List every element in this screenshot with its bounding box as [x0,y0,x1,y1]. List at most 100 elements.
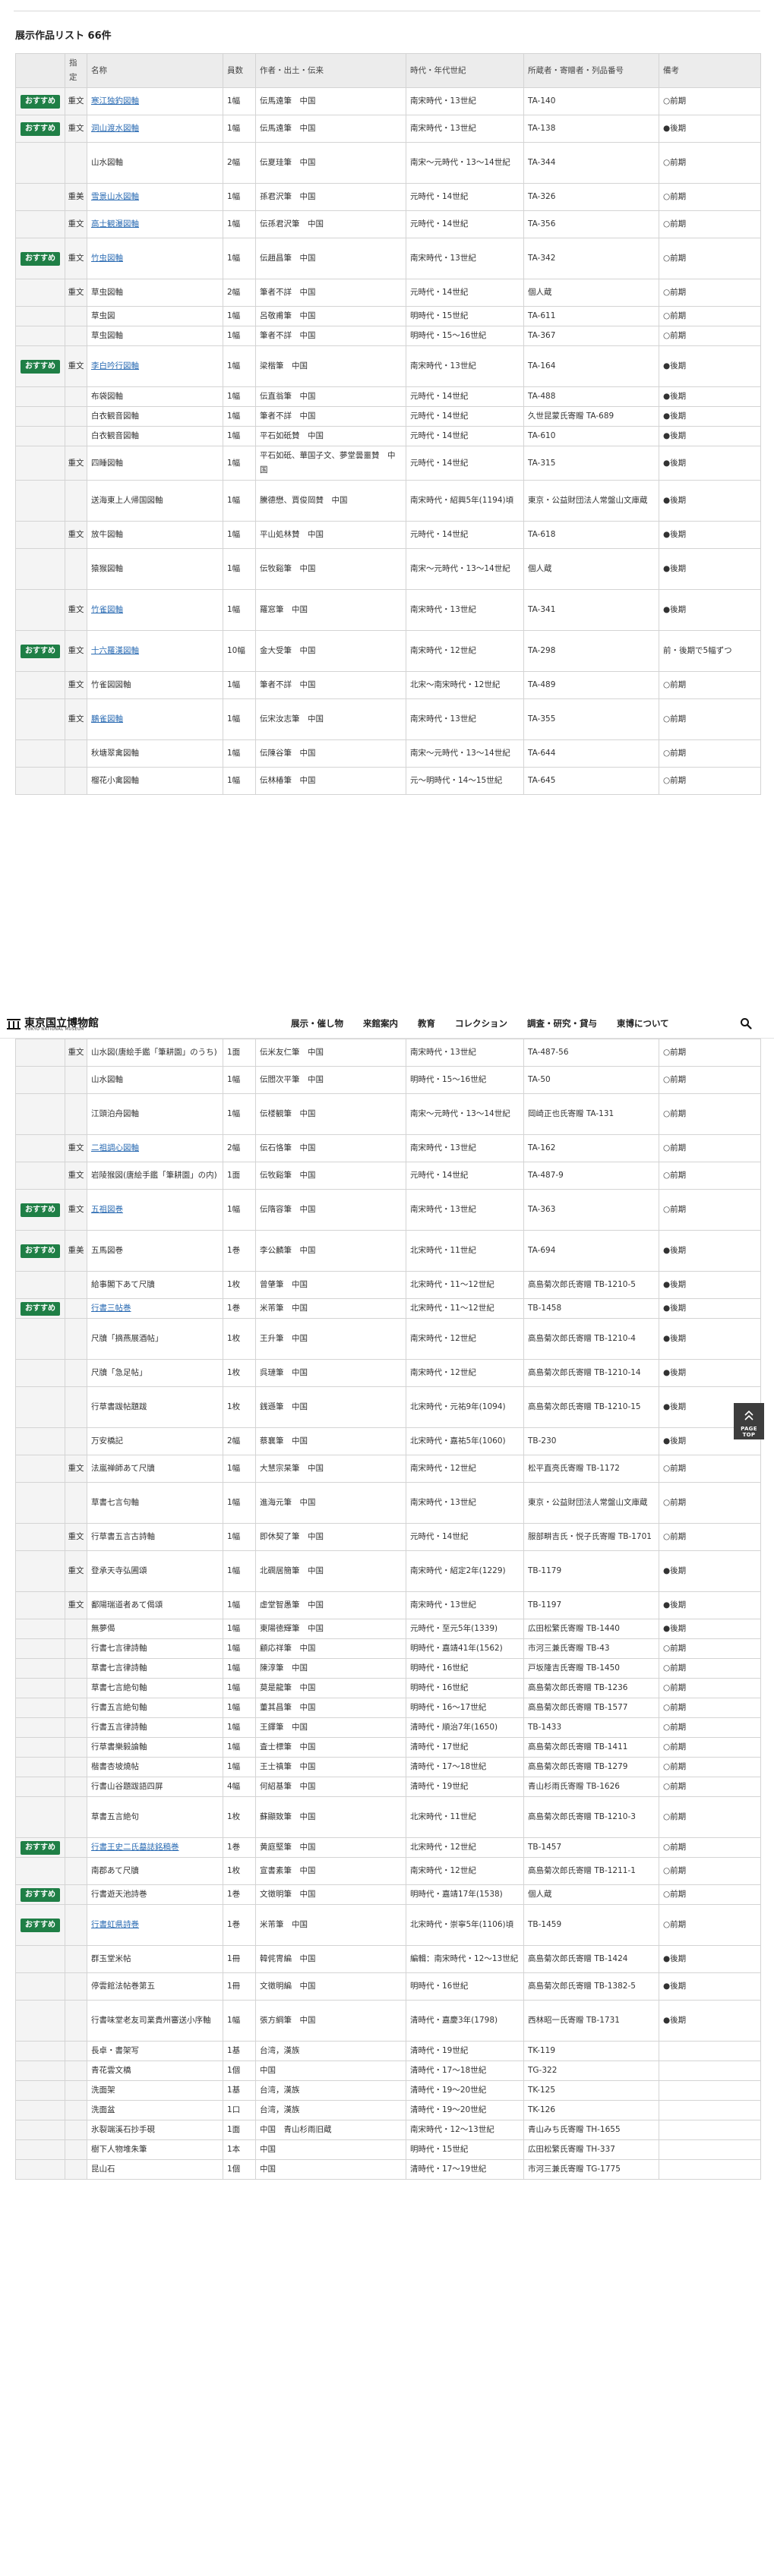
quantity-cell: 1幅 [223,406,256,427]
name-cell: 尺牘「急足帖」 [87,1359,223,1387]
note-cell: ○前期 [659,1039,761,1067]
note-text: ●後期 [663,1600,687,1610]
name-cell: 尺牘「摘燕展酒帖」 [87,1318,223,1360]
owner-cell: TG-322 [523,2060,659,2081]
search-icon[interactable] [740,1017,752,1029]
author-cell: 蔡襄筆 中国 [255,1427,406,1455]
era-cell: 南宋時代・12世紀 [406,1318,524,1360]
designation-cell [65,2159,87,2180]
work-link[interactable]: 竹雀図軸 [91,605,123,614]
era-cell: 清時代・19～20世紀 [406,2080,524,2101]
note-cell: ○前期 [659,1638,761,1659]
work-link[interactable]: 十六羅漢図軸 [91,646,139,655]
table-row: 重文 登承天寺弘圃頌 1幅 北磵居簡筆 中国 南宋時代・紹定2年(1229) TB-117… [15,1550,761,1592]
owner-cell: 高島菊次郎氏寄贈 TB-1279 [523,1757,659,1777]
nav-research[interactable]: 調査・研究・貸与 [527,1017,597,1029]
quantity-cell: 1幅 [223,1189,256,1231]
quantity-cell: 1幅 [223,210,256,238]
note-text: ○前期 [663,1644,687,1653]
era-cell: 南宋～元時代・13～14世紀 [406,548,524,590]
note-cell: ○前期 [659,1884,761,1905]
designation-cell [65,142,87,184]
flag-cell: おすすめ [15,1189,65,1231]
name-cell: 行書五言絶句軸 [87,1698,223,1718]
quantity-cell: 1巻 [223,1298,256,1319]
table-row: 給事閣下あて尺牘 1枚 曾肇筆 中国 北宋時代・11～12世紀 高島菊次郎氏寄贈 TB-… [15,1271,761,1299]
work-name: 草虫図軸 [91,288,123,297]
quantity-cell: 1幅 [223,1550,256,1592]
work-link[interactable]: 鵬雀図軸 [91,714,123,724]
quantity-cell: 1幅 [223,2000,256,2042]
note-text: ○前期 [663,1703,687,1712]
era-cell: 清時代・順治7年(1650) [406,1717,524,1738]
owner-cell: TA-50 [523,1066,659,1094]
page-title: 展示作品リスト 66件 [15,30,112,42]
flag-cell [15,2120,65,2140]
quantity-cell: 1個 [223,2159,256,2180]
work-name: 竹雀図図軸 [91,680,131,689]
note-cell: ●後期 [659,1318,761,1360]
note-cell: ●後期 [659,1359,761,1387]
table-row: 送海東上人帰国図軸 1幅 騰德懋、賈俊岡賛 中国 南宋時代・紹興5年(1194)頃 東京… [15,480,761,522]
nav-visit[interactable]: 来館案内 [363,1017,398,1029]
designation-cell [65,1884,87,1905]
work-link[interactable]: 李白吟行図軸 [91,361,139,370]
owner-cell: TA-164 [523,345,659,387]
nav-about[interactable]: 東博について [617,1017,669,1029]
table-row: 尺牘「摘燕展酒帖」 1枚 王升筆 中国 南宋時代・12世紀 高島菊次郎氏寄贈 TB-12… [15,1318,761,1360]
work-name: 長卓・書架写 [91,2046,139,2055]
era-cell: 清時代・嘉慶3年(1798) [406,2000,524,2042]
note-text: ●後期 [663,496,687,505]
table-row: 草書七言絶句軸 1幅 莫是龍筆 中国 明時代・16世紀 高島菊次郎氏寄贈 TB-1236… [15,1678,761,1698]
work-link[interactable]: 寒江独釣図軸 [91,96,139,106]
quantity-cell: 1幅 [223,1093,256,1135]
table-row: おすすめ 重文 十六羅漢図軸 10幅 金大受筆 中国 南宋時代・12世紀 TA-298 前・後… [15,630,761,672]
designation-cell [65,1972,87,2001]
note-cell: ○前期 [659,183,761,211]
work-link[interactable]: 五祖図巻 [91,1205,123,1214]
designation-cell [65,1698,87,1718]
note-cell: ○前期 [659,1658,761,1679]
designation-cell [65,1678,87,1698]
nav-collection[interactable]: コレクション [455,1017,507,1029]
designation-cell [65,548,87,590]
work-link[interactable]: 高士観瀑図軸 [91,219,139,229]
note-cell: ●後期 [659,480,761,522]
flag-cell [15,183,65,211]
nav-education[interactable]: 教育 [418,1017,435,1029]
note-cell [659,2041,761,2061]
name-cell: 高士観瀑図軸 [87,210,223,238]
work-link[interactable]: 行書王史二氏墓誌銘稿巻 [91,1843,179,1852]
work-link[interactable]: 二祖調心図軸 [91,1143,139,1152]
page-top-button[interactable]: PAGE TOP [734,1403,764,1439]
work-link[interactable]: 行書三帖巻 [91,1304,131,1313]
note-cell: ○前期 [659,1093,761,1135]
owner-cell: 服部畊吉氏・悦子氏寄贈 TB-1701 [523,1523,659,1551]
note-text: ○前期 [663,219,687,229]
note-cell: ○前期 [659,306,761,326]
note-text: ○前期 [663,776,687,785]
nav-exhibitions[interactable]: 展示・催し物 [291,1017,343,1029]
work-link[interactable]: 行書虹県詩巻 [91,1920,139,1929]
name-cell: 二祖調心図軸 [87,1134,223,1162]
author-cell: 莫是龍筆 中国 [255,1678,406,1698]
exhibit-table-continued: 重文 山水図(唐絵手鑑「筆耕園」のうち) 1面 伝米友仁筆 中国 南宋時代・13世紀 TA… [15,1039,761,2180]
table-row: 草書七言句軸 1幅 進海元筆 中国 南宋時代・13世紀 東京・公益財団法人常盤山文庫蔵 ○… [15,1482,761,1524]
quantity-cell: 1冊 [223,1945,256,1973]
work-link[interactable]: 雪景山水図軸 [91,192,139,201]
quantity-cell: 1幅 [223,1638,256,1659]
era-cell: 元時代・14世紀 [406,279,524,307]
name-cell: 行書虹県詩巻 [87,1904,223,1946]
work-link[interactable]: 洞山渡水図軸 [91,124,139,133]
designation-cell: 重文 [65,87,87,115]
name-cell: 白衣観音図軸 [87,426,223,446]
table-row: 重文 鵬雀図軸 1幅 伝宋汝志筆 中国 南宋時代・13世紀 TA-355 ○前期 [15,698,761,740]
work-name: 草書五言絶句 [91,1812,139,1821]
name-cell: 行書王史二氏墓誌銘稿巻 [87,1837,223,1858]
table-row: 重文 竹雀図軸 1幅 羅窓筆 中国 南宋時代・13世紀 TA-341 ●後期 [15,589,761,631]
note-text: ●後期 [663,1304,687,1313]
work-link[interactable]: 竹虫図軸 [91,254,123,263]
page-top-label: PAGE TOP [741,1426,757,1438]
work-name: 尺牘「摘燕展酒帖」 [91,1334,163,1343]
owner-cell: 青山杉雨氏寄贈 TB-1626 [523,1777,659,1797]
